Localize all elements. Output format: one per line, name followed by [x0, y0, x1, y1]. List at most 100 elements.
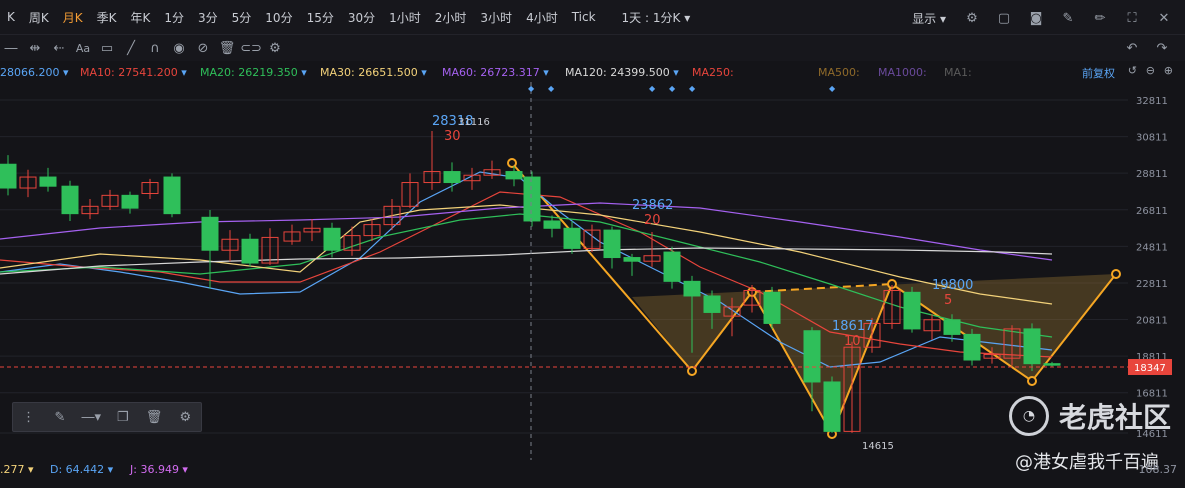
- period-tab[interactable]: 3分: [191, 9, 225, 26]
- price-tick: 26811: [1136, 206, 1168, 217]
- event-marker: ◆: [829, 84, 836, 93]
- period-list: K 周K 月K 季K 年K 1分 3分 5分 10分 15分 30分 1小时 2小时 3小时 4小时 Tick: [0, 9, 603, 26]
- trend-line-icon[interactable]: ╱: [120, 37, 142, 59]
- indicator-value: .277 ▾: [0, 463, 34, 476]
- price-tick: 28811: [1136, 169, 1168, 180]
- text-tool-icon[interactable]: Aa: [72, 37, 94, 59]
- ma-legend-item[interactable]: MA1:: [944, 66, 972, 79]
- candle-down: [39, 176, 57, 187]
- display-menu[interactable]: 显示 ▾: [905, 10, 953, 27]
- low-label: 14615: [862, 441, 894, 452]
- period-tab[interactable]: 1分: [157, 9, 191, 26]
- period-tab[interactable]: 年K: [124, 9, 158, 26]
- annotation-count: 5: [944, 293, 952, 308]
- pen-icon[interactable]: ✏: [1089, 7, 1111, 29]
- bottom-axis-value: 108.37: [1138, 463, 1178, 476]
- period-tab[interactable]: K: [0, 10, 22, 24]
- horizontal-line-icon[interactable]: ⇹: [24, 37, 46, 59]
- dropdown-icon: ▾: [669, 66, 679, 79]
- copy-icon[interactable]: ❐: [107, 405, 138, 429]
- period-tab[interactable]: 3小时: [473, 9, 519, 26]
- period-tab[interactable]: 30分: [341, 9, 382, 26]
- arrow-tool-icon[interactable]: ⇠: [48, 37, 70, 59]
- dropdown-icon: ▾: [297, 66, 307, 79]
- line-tool-icon[interactable]: ―: [0, 37, 22, 59]
- ma-value: 26219.350: [238, 66, 298, 79]
- period-tab[interactable]: 1小时: [382, 9, 428, 26]
- ma-legend-item[interactable]: MA20: 26219.350 ▾: [200, 66, 307, 79]
- candle-down: [903, 291, 921, 330]
- redo-icon[interactable]: ↷: [1151, 37, 1173, 59]
- ma-legend-item[interactable]: MA500:: [818, 66, 860, 79]
- period-tab[interactable]: Tick: [565, 10, 603, 24]
- candle-down: [663, 251, 681, 282]
- comment-icon[interactable]: ▭: [96, 37, 118, 59]
- ma-legend-item[interactable]: MA30: 26651.500 ▾: [320, 66, 427, 79]
- period-tab[interactable]: 10分: [258, 9, 299, 26]
- hide-icon[interactable]: ⊘: [192, 37, 214, 59]
- drag-handle-icon[interactable]: ⋮: [13, 405, 44, 429]
- pattern-point: [1027, 376, 1037, 386]
- zoom-in-icon[interactable]: ⊕: [1164, 64, 1173, 77]
- ma-label: MA60:: [442, 66, 481, 79]
- candle-down: [703, 295, 721, 313]
- candle-down: [963, 333, 981, 361]
- interval-selector[interactable]: 1天 : 1分K ▾: [615, 9, 698, 26]
- reset-icon[interactable]: ↺: [1128, 64, 1137, 77]
- settings-icon[interactable]: ⚙: [961, 7, 983, 29]
- candle-down: [523, 176, 541, 222]
- indicator-bar: .277 ▾ D: 64.442 ▾ J: 36.949 ▾ 108.37: [0, 460, 1185, 480]
- ma-label: MA1:: [944, 66, 972, 79]
- period-tab[interactable]: 季K: [90, 9, 124, 26]
- eye-icon[interactable]: ◉: [168, 37, 190, 59]
- ma-legend-item[interactable]: MA10: 27541.200 ▾: [80, 66, 187, 79]
- display-label: 显示: [912, 11, 937, 26]
- magnet-icon[interactable]: ∩: [144, 37, 166, 59]
- period-tab[interactable]: 5分: [225, 9, 259, 26]
- edit-icon[interactable]: ✎: [1057, 7, 1079, 29]
- ma-legend-item[interactable]: MA250:: [692, 66, 734, 79]
- ma-label: MA1000:: [878, 66, 927, 79]
- candle-down: [201, 216, 219, 251]
- indicator-value: J: 36.949 ▾: [130, 463, 188, 476]
- candle-down: [543, 220, 561, 229]
- camera-icon[interactable]: ◙: [1025, 7, 1047, 29]
- ma-legend-item[interactable]: MA120: 24399.500 ▾: [565, 66, 679, 79]
- chevron-down-icon: ▾: [684, 10, 691, 25]
- period-tab[interactable]: 月K: [56, 9, 90, 26]
- period-tab[interactable]: 周K: [22, 9, 56, 26]
- settings-icon[interactable]: ⚙: [170, 405, 201, 429]
- pattern-point: [507, 158, 517, 168]
- link-icon[interactable]: ⊂⊃: [240, 37, 262, 59]
- brush-color-icon[interactable]: ✎: [44, 405, 75, 429]
- high-label: 31116: [458, 117, 490, 128]
- candle-down: [0, 163, 17, 189]
- zoom-out-icon[interactable]: ⊖: [1146, 64, 1155, 77]
- line-style-icon[interactable]: ―▾: [76, 405, 107, 429]
- annotation-value: 23862: [632, 198, 673, 213]
- undo-icon[interactable]: ↶: [1121, 37, 1143, 59]
- ma-legend-item[interactable]: MA60: 26723.317 ▾: [442, 66, 549, 79]
- trash-icon[interactable]: 🗑: [138, 405, 169, 429]
- close-icon[interactable]: ✕: [1153, 7, 1175, 29]
- adjust-label[interactable]: 前复权: [1082, 65, 1115, 81]
- annotation-value: 18617: [832, 319, 873, 334]
- price-axis: 3281130811288112681124811228112081118811…: [1136, 96, 1168, 440]
- candle-down: [683, 280, 701, 297]
- candle-down: [241, 238, 259, 264]
- watermark: ◔ 老虎社区: [1008, 396, 1171, 436]
- period-tab[interactable]: 15分: [300, 9, 341, 26]
- period-tab[interactable]: 2小时: [428, 9, 474, 26]
- ma-value: 27541.200: [118, 66, 178, 79]
- gear-icon[interactable]: ⚙: [264, 37, 286, 59]
- period-tab[interactable]: 4小时: [519, 9, 565, 26]
- delete-icon[interactable]: 🗑: [216, 37, 238, 59]
- fullscreen-icon[interactable]: ⛶: [1121, 7, 1143, 29]
- ma-value: 28066.200: [0, 66, 60, 79]
- ma-legend-item[interactable]: MA1000:: [878, 66, 927, 79]
- candle-down: [1043, 363, 1061, 366]
- layout-icon[interactable]: ▢: [993, 7, 1015, 29]
- ma-legend-item[interactable]: 28066.200 ▾: [0, 66, 69, 79]
- candle-down: [943, 319, 961, 335]
- candle-down: [323, 227, 341, 251]
